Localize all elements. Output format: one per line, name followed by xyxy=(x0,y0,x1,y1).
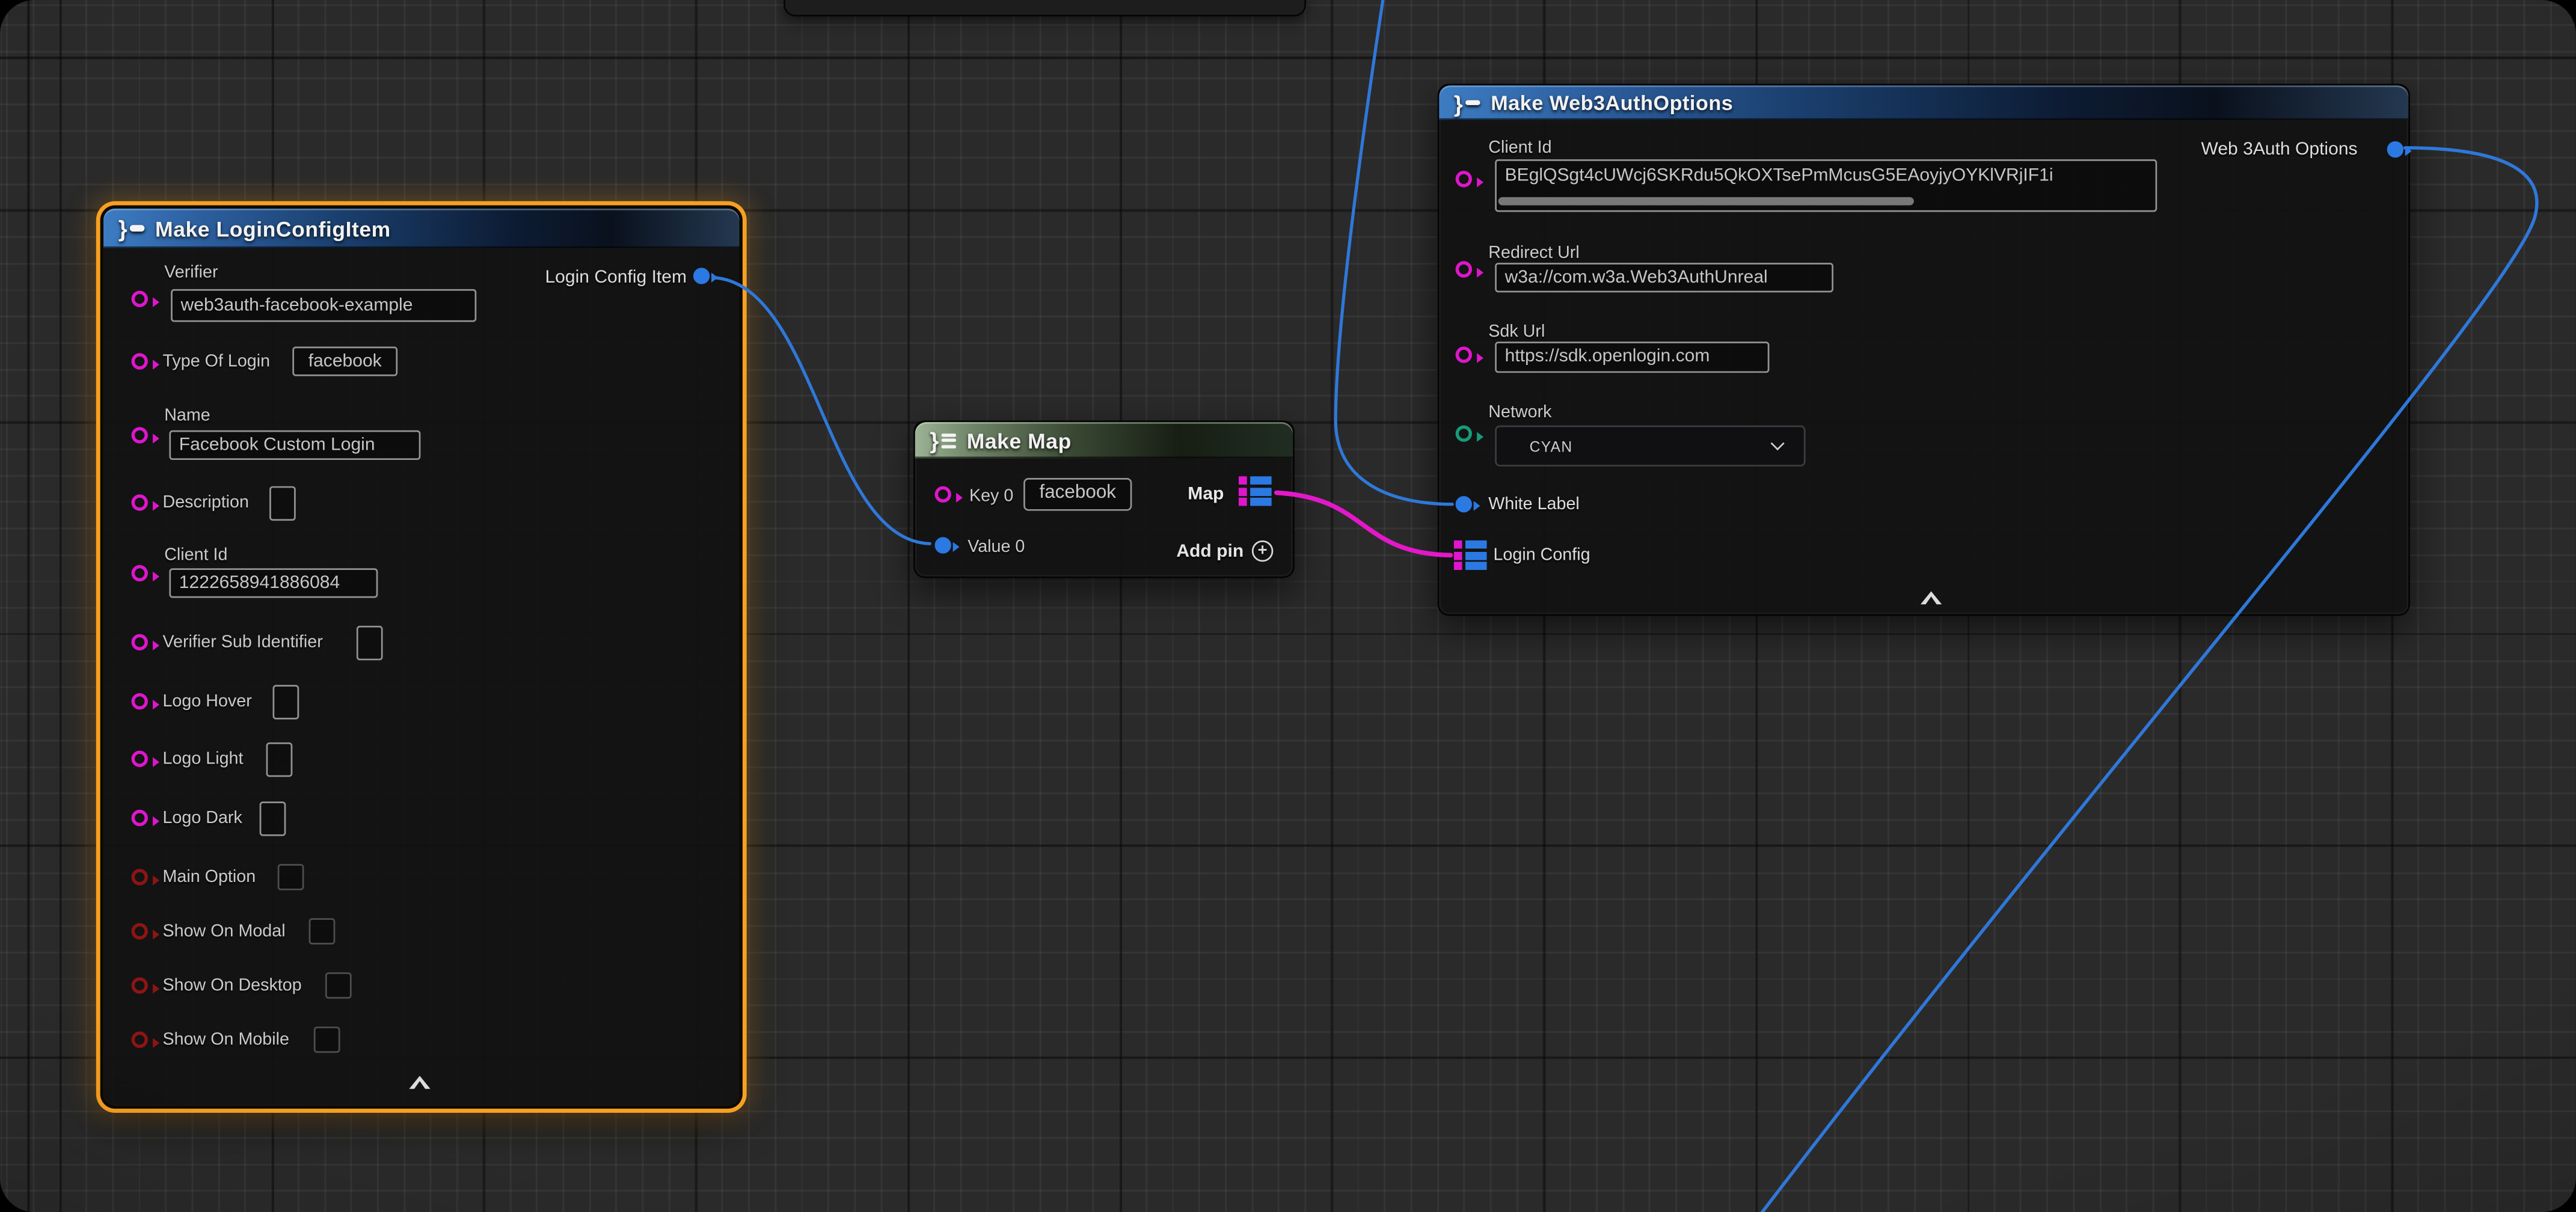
pin-label: Logo Light xyxy=(162,749,243,769)
pin-label: Key 0 xyxy=(969,486,1013,506)
field-verifier-sub-identifier-empty[interactable] xyxy=(357,625,383,660)
make-struct-icon: } xyxy=(118,217,146,240)
pin-label: Value 0 xyxy=(968,537,1025,557)
wire-loginconfigitem-to-value0[interactable] xyxy=(713,278,930,544)
pin-client-id[interactable] xyxy=(1456,171,1472,187)
pin-label: Verifier Sub Identifier xyxy=(162,632,322,652)
network-dropdown-value: CYAN xyxy=(1530,438,1573,454)
map-output-label: Map xyxy=(1188,485,1224,504)
blueprint-graph-canvas[interactable]: } Make LoginConfigItem Login Config Item… xyxy=(0,0,2576,1212)
pin-network[interactable] xyxy=(1456,426,1472,442)
node-make-map[interactable]: } Make Map Key 0 facebook Map Value 0 Ad… xyxy=(913,420,1295,578)
pin-label: Main Option xyxy=(162,868,256,887)
pin-label: Show On Modal xyxy=(162,922,285,941)
field-verifier[interactable]: web3auth-facebook-example xyxy=(171,289,476,322)
output-pin-web3auth-options[interactable] xyxy=(2387,141,2403,158)
checkbox-show-on-mobile[interactable] xyxy=(314,1027,340,1053)
pin-verifier-sub-identifier[interactable] xyxy=(132,634,148,650)
pin-type-of-login[interactable] xyxy=(132,353,148,369)
pin-label: Description xyxy=(162,493,249,513)
field-redirect-url[interactable]: w3a://com.w3a.Web3AuthUnreal xyxy=(1495,263,1833,292)
chevron-down-icon xyxy=(1771,436,1785,450)
pin-description[interactable] xyxy=(132,494,148,510)
node-header[interactable]: } Make Map xyxy=(915,422,1293,458)
add-pin-plus-icon: + xyxy=(1252,540,1274,562)
field-name[interactable]: Facebook Custom Login xyxy=(169,430,420,460)
node-make-web3authoptions[interactable]: } Make Web3AuthOptions Web 3Auth Options… xyxy=(1438,84,2410,616)
field-logo-dark-empty[interactable] xyxy=(260,801,286,835)
pin-label: Type Of Login xyxy=(162,352,270,372)
pin-white-label[interactable] xyxy=(1456,496,1472,512)
add-pin-label: Add pin xyxy=(1176,541,1244,561)
pin-login-config[interactable] xyxy=(1454,540,1487,570)
wire-offscreen-to-whitelabel[interactable] xyxy=(1336,0,1452,504)
output-pin-label: Web 3Auth Options xyxy=(2201,139,2358,159)
network-dropdown[interactable]: CYAN xyxy=(1495,426,1805,467)
make-struct-icon: } xyxy=(1454,91,1481,114)
pin-label: Logo Dark xyxy=(162,808,242,828)
pin-name[interactable] xyxy=(132,427,148,443)
pin-label: Name xyxy=(164,406,210,426)
field-sdk-url[interactable]: https://sdk.openlogin.com xyxy=(1495,341,1769,373)
field-client-id[interactable]: 1222658941886084 xyxy=(169,568,378,598)
field-type-of-login[interactable]: facebook xyxy=(292,346,397,376)
output-pin-label: Login Config Item xyxy=(545,268,687,287)
offscreen-node-edge[interactable] xyxy=(784,0,1306,16)
pin-verifier[interactable] xyxy=(132,291,148,307)
node-title: Make Map xyxy=(967,428,1072,453)
pin-main-option[interactable] xyxy=(132,869,148,885)
pin-redirect-url[interactable] xyxy=(1456,261,1472,277)
collapse-node-chevron-icon[interactable] xyxy=(1921,592,1942,605)
add-pin-button[interactable]: Add pin + xyxy=(1176,540,1273,562)
field-description-empty[interactable] xyxy=(269,485,296,519)
pin-logo-light[interactable] xyxy=(132,751,148,767)
node-title: Make Web3AuthOptions xyxy=(1491,91,1733,114)
checkbox-show-on-desktop[interactable] xyxy=(325,972,352,999)
pin-client-id[interactable] xyxy=(132,565,148,581)
pin-label: Logo Hover xyxy=(162,691,251,711)
pin-logo-hover[interactable] xyxy=(132,693,148,709)
node-make-loginconfigitem[interactable]: } Make LoginConfigItem Login Config Item… xyxy=(103,209,739,1106)
collapse-node-chevron-icon[interactable] xyxy=(409,1076,431,1089)
field-horizontal-scrollbar[interactable] xyxy=(1498,197,1914,206)
key-0-field[interactable]: facebook xyxy=(1023,478,1132,511)
pin-label: Client Id xyxy=(1488,138,1551,158)
pin-label: White Label xyxy=(1488,494,1580,514)
node-header[interactable]: } Make LoginConfigItem xyxy=(103,209,739,248)
pin-key-0[interactable] xyxy=(935,486,951,503)
pin-show-on-desktop[interactable] xyxy=(132,978,148,994)
pin-label: Redirect Url xyxy=(1488,243,1579,263)
pin-label: Show On Desktop xyxy=(162,976,301,996)
field-logo-light-empty[interactable] xyxy=(266,742,293,776)
pin-label: Login Config xyxy=(1493,545,1590,565)
screenshot-root: } Make LoginConfigItem Login Config Item… xyxy=(0,0,2576,1212)
pin-sdk-url[interactable] xyxy=(1456,346,1472,363)
pin-label: Show On Mobile xyxy=(162,1030,289,1050)
pin-show-on-modal[interactable] xyxy=(132,923,148,939)
make-map-icon: } xyxy=(930,429,957,451)
checkbox-main-option[interactable] xyxy=(278,864,304,890)
map-output-pin[interactable] xyxy=(1239,476,1272,506)
checkbox-show-on-modal[interactable] xyxy=(309,918,336,944)
pin-label: Client Id xyxy=(164,545,227,565)
pin-logo-dark[interactable] xyxy=(132,810,148,826)
wire-map-to-loginconfig[interactable] xyxy=(1277,493,1451,556)
output-pin-login-config-item[interactable] xyxy=(693,268,710,284)
pin-value-0[interactable] xyxy=(935,537,951,553)
field-logo-hover-empty[interactable] xyxy=(273,684,299,718)
pin-show-on-mobile[interactable] xyxy=(132,1032,148,1048)
node-header[interactable]: } Make Web3AuthOptions xyxy=(1439,85,2408,120)
pin-label: Network xyxy=(1488,402,1551,422)
node-title: Make LoginConfigItem xyxy=(155,216,391,240)
pin-label: Sdk Url xyxy=(1488,322,1545,341)
pin-label: Verifier xyxy=(164,263,218,283)
